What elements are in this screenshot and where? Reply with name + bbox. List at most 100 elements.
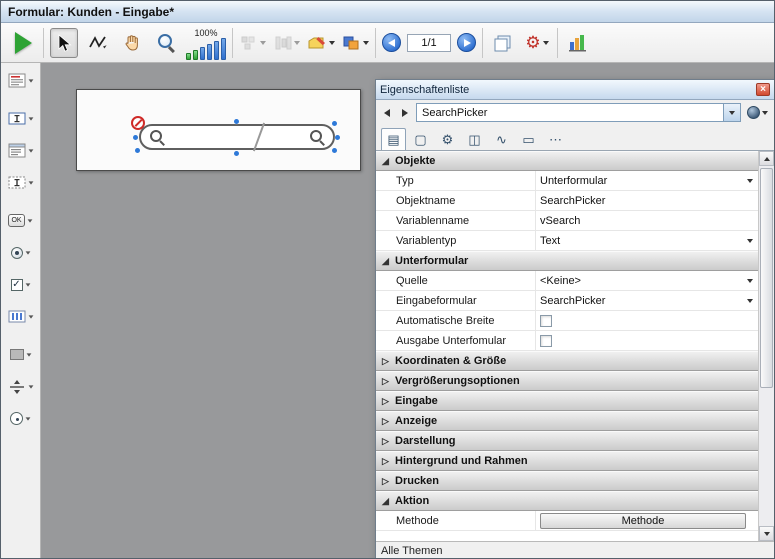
zoom-bar[interactable]: [186, 53, 191, 60]
section-anzeige[interactable]: ▷Anzeige: [376, 411, 758, 431]
zoom-tool-button[interactable]: [152, 28, 180, 58]
section-drucken[interactable]: ▷Drucken: [376, 471, 758, 491]
value-eingabeformular[interactable]: SearchPicker: [536, 291, 758, 310]
scroll-up-button[interactable]: [759, 151, 774, 166]
oval-tool[interactable]: [3, 406, 38, 431]
zoom-bar[interactable]: [221, 38, 226, 60]
view-options-button[interactable]: [745, 106, 770, 119]
property-label: Automatische Breite: [376, 311, 536, 330]
object-selector-row: SearchPicker: [376, 100, 774, 125]
tab-objects-icon: ◫: [468, 132, 480, 148]
next-page-button[interactable]: [457, 33, 476, 52]
selection-handle[interactable]: [332, 121, 337, 126]
next-object-button[interactable]: [398, 105, 412, 121]
splitter-tool[interactable]: [3, 374, 38, 399]
zoom-level-label: 100%: [194, 28, 217, 38]
props-title: Eigenschaftenliste: [380, 84, 756, 96]
section-darstellung[interactable]: ▷Darstellung: [376, 431, 758, 451]
prev-object-button[interactable]: [380, 105, 394, 121]
value-objektname[interactable]: SearchPicker: [536, 191, 758, 210]
selection-handle[interactable]: [335, 135, 340, 140]
listbox-tool[interactable]: [3, 138, 38, 163]
columns-tool[interactable]: [3, 304, 38, 329]
hand-tool-button[interactable]: [118, 28, 146, 58]
section-hintergrund-und-rahmen[interactable]: ▷Hintergrund und Rahmen: [376, 451, 758, 471]
selected-object-name: SearchPicker: [422, 107, 723, 119]
section-vergrößerungsoptionen[interactable]: ▷Vergrößerungsoptionen: [376, 371, 758, 391]
form-page-area[interactable]: [76, 89, 361, 171]
tab-screen[interactable]: ▭: [516, 128, 541, 150]
separator: [375, 28, 376, 58]
checkbox-automatische-breite[interactable]: [540, 315, 552, 327]
radio-tool[interactable]: [3, 240, 38, 265]
zoom-bar[interactable]: [193, 50, 198, 60]
value-typ[interactable]: Unterformular: [536, 171, 758, 190]
value-variablenname[interactable]: vSearch: [536, 211, 758, 230]
scrollbar-thumb[interactable]: [760, 168, 773, 388]
value-variablentyp[interactable]: Text: [536, 231, 758, 250]
tab-property-list[interactable]: ▤: [381, 128, 406, 150]
tab-objects[interactable]: ◫: [462, 128, 487, 150]
tab-settings[interactable]: ⚙: [435, 128, 460, 150]
dropdown-caret-icon: [28, 117, 33, 120]
zoom-bar[interactable]: [200, 47, 205, 60]
dropdown-caret-icon: [329, 41, 335, 45]
text-tool[interactable]: [3, 68, 38, 93]
checkbox-tool[interactable]: [3, 272, 38, 297]
window-titlebar[interactable]: Formular: Kunden - Eingabe*: [1, 1, 774, 23]
draw-tool-button[interactable]: [84, 28, 112, 58]
divider-slash: [253, 123, 265, 152]
button-tool[interactable]: OK: [3, 208, 38, 233]
props-scrollbar[interactable]: [759, 151, 774, 541]
zoom-control[interactable]: 100%: [186, 26, 226, 60]
input-tool[interactable]: [3, 106, 38, 131]
next-icon: [402, 109, 408, 117]
section-unterformular[interactable]: ◢Unterformular: [376, 251, 758, 271]
move-level-button[interactable]: [307, 28, 335, 58]
scrollbar-track[interactable]: [759, 166, 774, 526]
checkbox-ausgabe-unterfomular[interactable]: [540, 335, 552, 347]
close-icon[interactable]: [756, 83, 770, 96]
run-form-button[interactable]: [9, 28, 37, 58]
props-footer[interactable]: Alle Themen: [376, 542, 774, 559]
selection-handle[interactable]: [234, 119, 239, 124]
tab-form-display[interactable]: ▢: [408, 128, 433, 150]
selection-handle[interactable]: [234, 151, 239, 156]
value-quelle[interactable]: <Keine>: [536, 271, 758, 290]
object-selector-combobox[interactable]: SearchPicker: [416, 103, 741, 122]
list-window-button[interactable]: [564, 28, 592, 58]
combobox-arrow[interactable]: [723, 104, 740, 121]
tab-more[interactable]: ⋯: [543, 128, 568, 150]
searchpicker-subform-object[interactable]: [139, 124, 335, 150]
section-label: Unterformular: [395, 255, 468, 267]
combobox-tool[interactable]: [3, 170, 38, 195]
dropdown-caret-icon: [747, 179, 753, 183]
form-settings-button[interactable]: ⚙: [523, 28, 551, 58]
prev-icon: [384, 109, 390, 117]
zigzag-pen-icon: [88, 34, 108, 52]
selection-handle[interactable]: [133, 135, 138, 140]
distribute-icon: [274, 35, 292, 51]
bar-chart-icon: [567, 33, 589, 53]
section-koordinaten-größe[interactable]: ▷Koordinaten & Größe: [376, 351, 758, 371]
color-tools-button[interactable]: [341, 28, 369, 58]
cursor-icon: [54, 33, 74, 53]
separator: [43, 28, 44, 58]
splitter-icon: [8, 379, 26, 395]
tab-events[interactable]: ∿: [489, 128, 514, 150]
section-eingabe[interactable]: ▷Eingabe: [376, 391, 758, 411]
rectangle-tool[interactable]: [3, 342, 38, 367]
props-titlebar[interactable]: Eigenschaftenliste: [376, 80, 774, 100]
section-objekte[interactable]: ◢Objekte: [376, 151, 758, 171]
zoom-bar[interactable]: [214, 41, 219, 60]
section-aktion[interactable]: ◢Aktion: [376, 491, 758, 511]
select-tool-button[interactable]: [50, 28, 78, 58]
selection-handle[interactable]: [332, 148, 337, 153]
prev-page-button[interactable]: [382, 33, 401, 52]
scroll-down-button[interactable]: [759, 526, 774, 541]
methode-button[interactable]: Methode: [540, 513, 746, 529]
zoom-bar[interactable]: [207, 44, 212, 60]
form-pages-button[interactable]: [489, 28, 517, 58]
dropdown-caret-icon: [25, 251, 30, 254]
selection-handle[interactable]: [135, 148, 140, 153]
